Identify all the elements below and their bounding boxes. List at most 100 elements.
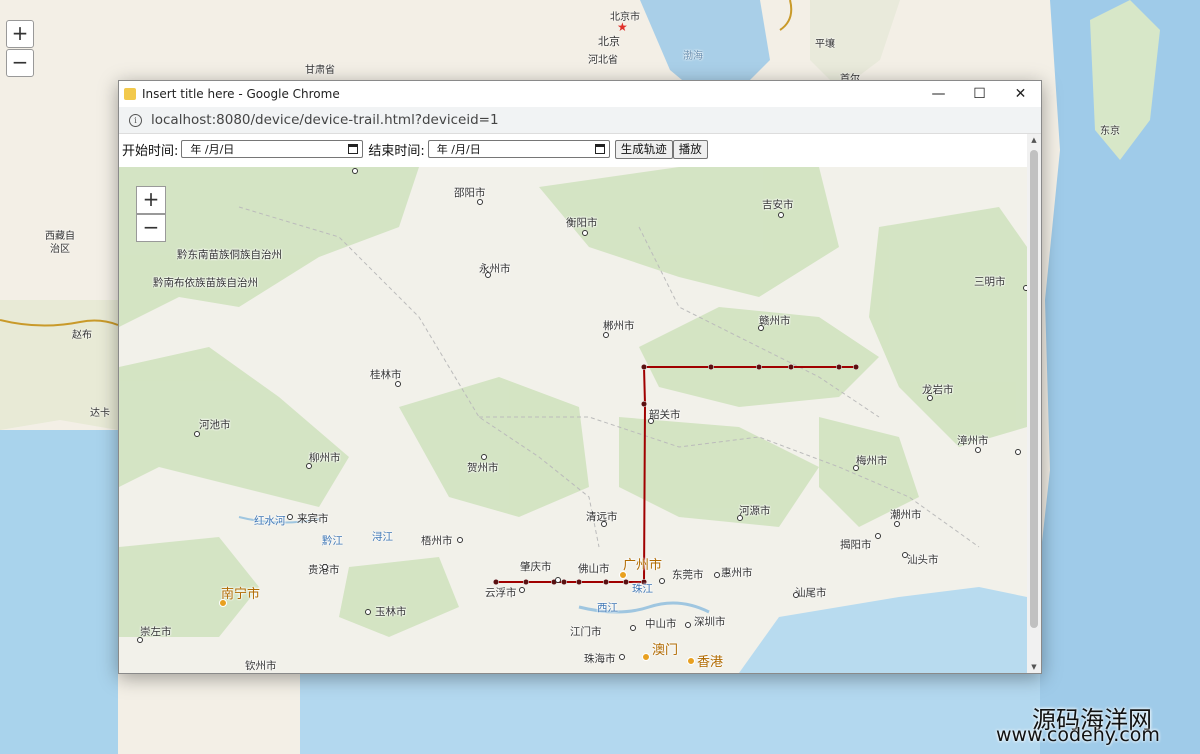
end-time-input[interactable]: 年 /月/日: [427, 140, 610, 158]
city-marker: [778, 212, 784, 218]
capital-star-icon: ★: [617, 20, 628, 34]
city-marker: [601, 521, 607, 527]
city-marker: [758, 325, 764, 331]
title-bar[interactable]: Insert title here - Google Chrome — ☐ ✕: [119, 81, 1041, 107]
city-label: 衡阳市: [566, 217, 598, 229]
river-label: 浔江: [372, 531, 393, 543]
city-marker: [630, 625, 636, 631]
trail-point: [640, 400, 648, 408]
bg-label-tokyo: 东京: [1100, 126, 1120, 137]
trail-point: [522, 578, 530, 586]
bg-label-hebei: 河北省: [588, 55, 618, 66]
city-label: 玉林市: [375, 606, 407, 618]
city-marker: [322, 564, 328, 570]
address-bar[interactable]: i localhost:8080/device/device-trail.htm…: [119, 107, 1041, 134]
calendar-icon[interactable]: [348, 144, 359, 154]
city-marker: [648, 418, 654, 424]
city-label: 河源市: [739, 505, 771, 517]
city-label: 潮州市: [890, 509, 922, 521]
trail-line: [496, 366, 856, 583]
city-label-macau: 澳门: [652, 643, 679, 658]
city-label: 漳州市: [957, 435, 989, 447]
city-marker: [902, 552, 908, 558]
trail-point: [707, 363, 715, 371]
river-label: 红水河: [254, 515, 286, 527]
city-marker: [485, 272, 491, 278]
city-label: 梧州市: [421, 535, 453, 547]
trail-point: [560, 578, 568, 586]
browser-window: Insert title here - Google Chrome — ☐ ✕ …: [118, 80, 1042, 674]
trail-map[interactable]: + − 邵阳市 衡阳市 吉安市 永州市 三明市 黔东南苗族侗族自治州 黔南布依族…: [119, 167, 1027, 673]
vertical-scrollbar[interactable]: ▲ ▼: [1027, 134, 1041, 673]
map-zoom-in-button[interactable]: +: [136, 186, 166, 214]
city-label: 汕尾市: [795, 587, 827, 599]
map-zoom-out-button[interactable]: −: [136, 214, 166, 242]
page-favicon-icon: [124, 88, 136, 100]
bg-zoom-in-button[interactable]: +: [6, 20, 34, 48]
city-marker: [894, 521, 900, 527]
bg-label-gansu: 甘肃省: [305, 65, 335, 76]
generate-trail-button[interactable]: 生成轨迹: [614, 139, 673, 159]
start-time-label: 开始时间:: [122, 143, 179, 159]
city-marker: [137, 637, 143, 643]
window-title: Insert title here - Google Chrome: [142, 87, 340, 101]
city-label: 吉安市: [762, 199, 794, 211]
end-time-value: 年 /月/日: [436, 143, 481, 156]
major-city-marker: [219, 599, 227, 607]
window-controls: — ☐ ✕: [918, 81, 1041, 107]
city-label: 来宾市: [297, 513, 329, 525]
trail-point: [622, 578, 630, 586]
scroll-up-arrow-icon[interactable]: ▲: [1027, 134, 1041, 146]
bg-label-bohai: 渤海: [683, 51, 703, 62]
bg-label-tibet: 西藏自治区: [45, 231, 75, 255]
city-label: 东莞市: [672, 569, 704, 581]
city-label-nanning: 南宁市: [221, 587, 261, 602]
city-marker: [1015, 449, 1021, 455]
page-content: 开始时间: 年 /月/日 结束时间: 年 /月/日 生成轨迹 播放 + − 邵阳…: [119, 134, 1041, 673]
city-marker: [194, 431, 200, 437]
city-label: 河池市: [199, 419, 231, 431]
bg-label-dhaka: 达卡: [90, 408, 110, 419]
city-label: 深圳市: [694, 616, 726, 628]
major-city-marker: [642, 653, 650, 661]
scroll-thumb[interactable]: [1030, 150, 1038, 628]
city-label-hongkong: 香港: [697, 655, 724, 670]
calendar-icon[interactable]: [594, 144, 605, 154]
city-label: 柳州市: [309, 452, 341, 464]
city-marker: [659, 578, 665, 584]
city-marker: [603, 332, 609, 338]
river-label: 西江: [597, 602, 618, 614]
scroll-down-arrow-icon[interactable]: ▼: [1027, 661, 1041, 673]
city-label: 肇庆市: [520, 561, 552, 573]
bg-zoom-out-button[interactable]: −: [6, 49, 34, 77]
city-label: 崇左市: [140, 626, 172, 638]
city-label: 揭阳市: [840, 539, 872, 551]
trail-point: [852, 363, 860, 371]
trail-point: [602, 578, 610, 586]
trail-point: [835, 363, 843, 371]
city-marker: [457, 537, 463, 543]
city-marker: [875, 533, 881, 539]
city-label: 三明市: [974, 276, 1006, 288]
city-marker: [619, 654, 625, 660]
close-button[interactable]: ✕: [1000, 81, 1041, 107]
city-label: 钦州市: [245, 660, 277, 672]
city-marker: [287, 514, 293, 520]
city-marker: [927, 395, 933, 401]
maximize-button[interactable]: ☐: [959, 81, 1000, 107]
city-label: 梅州市: [856, 455, 888, 467]
trail-point: [640, 363, 648, 371]
trail-point: [575, 578, 583, 586]
minimize-button[interactable]: —: [918, 81, 959, 107]
city-marker: [306, 463, 312, 469]
start-time-input[interactable]: 年 /月/日: [181, 140, 364, 158]
url-text[interactable]: localhost:8080/device/device-trail.html?…: [151, 112, 499, 128]
city-label: 黔东南苗族侗族自治州: [177, 249, 282, 261]
city-label: 龙岩市: [922, 384, 954, 396]
city-label: 江门市: [570, 626, 602, 638]
river-label: 珠江: [632, 583, 653, 595]
city-label-guangzhou: 广州市: [623, 558, 663, 573]
city-label: 邵阳市: [454, 187, 486, 199]
play-button[interactable]: 播放: [672, 139, 708, 159]
info-icon[interactable]: i: [129, 113, 142, 127]
